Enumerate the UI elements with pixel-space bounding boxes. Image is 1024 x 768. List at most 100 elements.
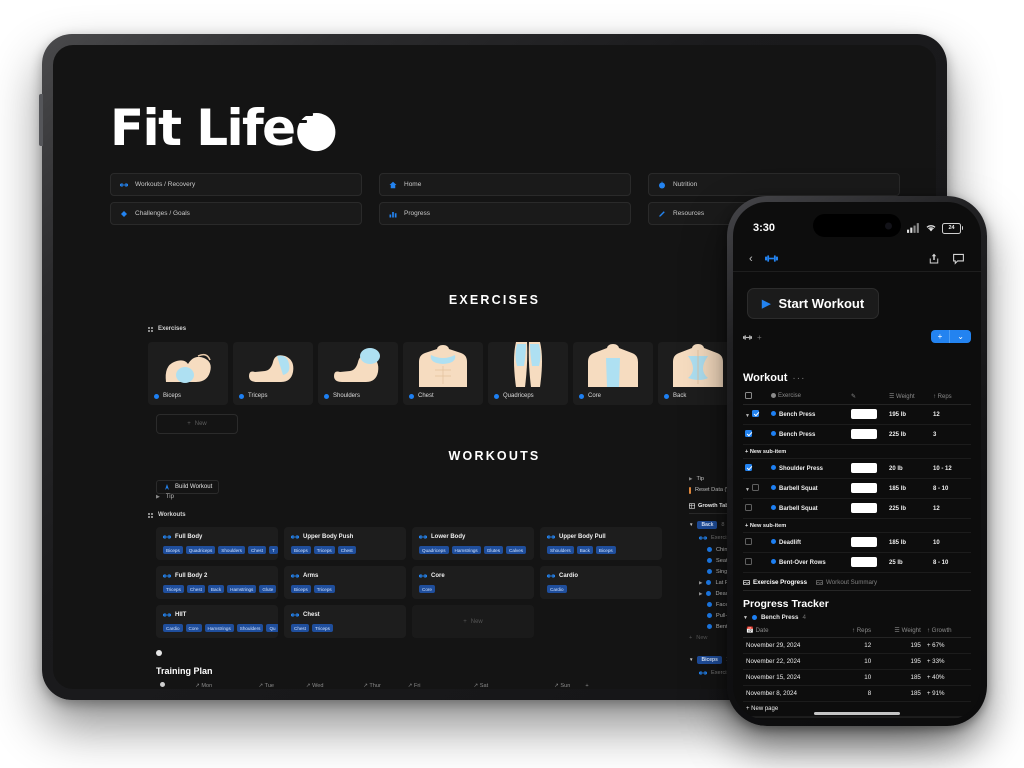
tab-exercise-progress[interactable]: Exercise Progress bbox=[743, 579, 807, 586]
nav-link-workouts-recovery[interactable]: Workouts / Recovery bbox=[110, 173, 362, 196]
workouts-tip-toggle[interactable]: ▶ Tip bbox=[156, 494, 174, 500]
exercise-card-back[interactable]: Back bbox=[658, 342, 738, 405]
tag: Glute bbox=[259, 585, 277, 593]
table-row[interactable]: Bent-Over Rows 25 lb 8 - 10 bbox=[743, 552, 971, 573]
workout-card[interactable]: Cardio Cardio bbox=[540, 566, 662, 599]
table-row[interactable]: November 22, 2024 10 195 + 33% bbox=[743, 653, 971, 670]
workout-card-tags: Shoulders Back Biceps bbox=[547, 546, 655, 554]
col-header-add[interactable]: + bbox=[581, 679, 596, 689]
workout-card[interactable]: Arms Biceps Triceps bbox=[284, 566, 406, 599]
dot-icon bbox=[707, 624, 712, 629]
workout-card[interactable]: Lower Body Quadriceps Hamstrings Glutes Cal… bbox=[412, 527, 534, 560]
workout-card-tags: Biceps Quadriceps Shoulders Chest T bbox=[163, 546, 278, 554]
table-row[interactable]: Bench Press 225 lb 3 bbox=[743, 424, 971, 445]
table-row[interactable]: November 15, 2024 10 185 + 40% bbox=[743, 669, 971, 686]
progress-footer: RANGE 4 RANGE 10 bbox=[743, 717, 971, 720]
dumbbell-icon bbox=[163, 535, 171, 539]
col-header-checkbox[interactable] bbox=[743, 389, 769, 405]
row-checkbox-cell[interactable] bbox=[743, 552, 769, 573]
exercise-card-biceps[interactable]: Biceps bbox=[148, 342, 228, 405]
brand-dot: ● bbox=[294, 99, 338, 157]
workout-card-title-row: HIIT bbox=[163, 611, 271, 619]
exercise-card-triceps[interactable]: Triceps bbox=[233, 342, 313, 405]
row-media-cell[interactable] bbox=[849, 424, 887, 445]
table-row[interactable]: ▼ Barbell Squat 185 lb 8 - 10 bbox=[743, 478, 971, 499]
dot-icon bbox=[771, 411, 776, 416]
new-sub-item-row[interactable]: + New sub-item bbox=[743, 518, 971, 533]
col-header-sun[interactable]: ↗ Sun bbox=[550, 679, 582, 689]
start-workout-button[interactable]: ▶ Start Workout bbox=[747, 288, 880, 319]
table-row[interactable]: November 29, 2024 12 195 + 67% bbox=[743, 637, 971, 654]
col-header-exercise[interactable]: Exercise bbox=[769, 389, 849, 405]
phone-nav-bar: ‹ bbox=[733, 246, 981, 272]
row-media-cell[interactable] bbox=[849, 532, 887, 553]
workout-card[interactable]: Full Body Biceps Quadriceps Shoulders Chest… bbox=[156, 527, 278, 560]
status-time: 3:30 bbox=[753, 222, 776, 234]
row-checkbox-cell[interactable] bbox=[743, 458, 769, 479]
dumbbell-icon[interactable] bbox=[743, 333, 752, 342]
exercise-card-shoulders[interactable]: Shoulders bbox=[318, 342, 398, 405]
share-icon[interactable] bbox=[928, 252, 940, 265]
table-row[interactable]: ▼ Bench Press 195 lb 12 bbox=[743, 404, 971, 425]
row-checkbox-cell[interactable]: ▼ bbox=[743, 478, 769, 499]
add-button[interactable]: + bbox=[931, 330, 950, 343]
row-media-cell[interactable] bbox=[849, 478, 887, 499]
nav-link-nutrition[interactable]: Nutrition bbox=[648, 173, 900, 196]
col-header-wed[interactable]: ↗ Wed bbox=[301, 679, 360, 689]
workouts-new-button[interactable]: + New bbox=[412, 605, 534, 638]
workout-card[interactable]: Core Core bbox=[412, 566, 534, 599]
workout-card-tags: Chest Triceps bbox=[291, 624, 399, 632]
workout-card[interactable]: HIIT Cardio Core Hamstrings Shoulders Qu bbox=[156, 605, 278, 638]
workout-menu-button[interactable]: ··· bbox=[792, 373, 805, 384]
nav-link-home[interactable]: Home bbox=[379, 173, 631, 196]
table-row[interactable]: November 8, 2024 8 185 + 91% bbox=[743, 685, 971, 702]
col-header-growth[interactable]: ↑ Growth bbox=[923, 623, 971, 638]
tab-workout-summary[interactable]: Workout Summary bbox=[816, 579, 877, 586]
tag: Qu bbox=[266, 624, 278, 632]
progress-group-header[interactable]: ▼ Bench Press 4 bbox=[743, 614, 971, 621]
row-checkbox-cell[interactable] bbox=[743, 424, 769, 445]
table-row[interactable]: Barbell Squat 225 lb 12 bbox=[743, 498, 971, 519]
new-sub-item-row[interactable]: + New sub-item bbox=[743, 444, 971, 459]
table-row[interactable]: Deadlift 185 lb 10 bbox=[743, 532, 971, 553]
workout-card[interactable]: Upper Body Push Biceps Triceps Chest bbox=[284, 527, 406, 560]
table-row[interactable]: Shoulder Press 20 lb 10 - 12 bbox=[743, 458, 971, 479]
tablet-volume-button[interactable] bbox=[39, 94, 43, 146]
exercise-card-chest[interactable]: Chest bbox=[403, 342, 483, 405]
exercise-name: Bent-Over Rows bbox=[779, 560, 826, 566]
exercises-new-label: New bbox=[194, 421, 207, 427]
col-header-weight[interactable]: ☰ Weight bbox=[874, 623, 924, 638]
col-header-thur[interactable]: ↗ Thur bbox=[359, 679, 404, 689]
col-header-media[interactable]: ✎ bbox=[849, 389, 887, 405]
comment-icon[interactable] bbox=[952, 252, 965, 265]
row-checkbox-cell[interactable] bbox=[743, 532, 769, 553]
exercise-card-core[interactable]: Core bbox=[573, 342, 653, 405]
col-header-fri[interactable]: ↗ Fri bbox=[403, 679, 470, 689]
home-indicator[interactable] bbox=[814, 712, 900, 715]
nav-link-challenges-goals[interactable]: Challenges / Goals bbox=[110, 202, 362, 225]
row-media-cell[interactable] bbox=[849, 498, 887, 519]
col-header-mon[interactable]: ↗ Mon bbox=[191, 679, 255, 689]
workout-card[interactable]: Full Body 2 Triceps Chest Back Hamstrings Gl… bbox=[156, 566, 278, 599]
col-header-sat[interactable]: ↗ Sat bbox=[469, 679, 551, 689]
workout-card[interactable]: Chest Chest Triceps bbox=[284, 605, 406, 638]
row-media-cell[interactable] bbox=[849, 458, 887, 479]
col-header-tue[interactable]: ↗ Tue bbox=[254, 679, 302, 689]
dumbbell-icon[interactable] bbox=[764, 252, 778, 265]
col-header-reps[interactable]: ↑ Reps bbox=[835, 623, 875, 638]
col-header-date[interactable]: 📅 Date bbox=[743, 623, 836, 638]
chevron-left-icon[interactable]: ‹ bbox=[749, 253, 753, 265]
row-checkbox-cell[interactable]: ▼ bbox=[743, 404, 769, 425]
row-checkbox-cell[interactable] bbox=[743, 498, 769, 519]
workout-card[interactable]: Upper Body Pull Shoulders Back Biceps bbox=[540, 527, 662, 560]
breadcrumb-add-button[interactable]: + bbox=[757, 333, 762, 342]
exercise-card-caption: Triceps bbox=[233, 387, 313, 405]
exercises-new-button[interactable]: + New bbox=[156, 414, 238, 434]
row-media-cell[interactable] bbox=[849, 552, 887, 573]
exercise-card-quadriceps[interactable]: Quadriceps bbox=[488, 342, 568, 405]
nav-link-progress[interactable]: Progress bbox=[379, 202, 631, 225]
row-media-cell[interactable] bbox=[849, 404, 887, 425]
add-dropdown-button[interactable]: ⌄ bbox=[949, 330, 971, 343]
col-header-weight[interactable]: ☰ Weight bbox=[887, 389, 931, 405]
col-header-reps[interactable]: ↑ Reps bbox=[931, 389, 971, 405]
